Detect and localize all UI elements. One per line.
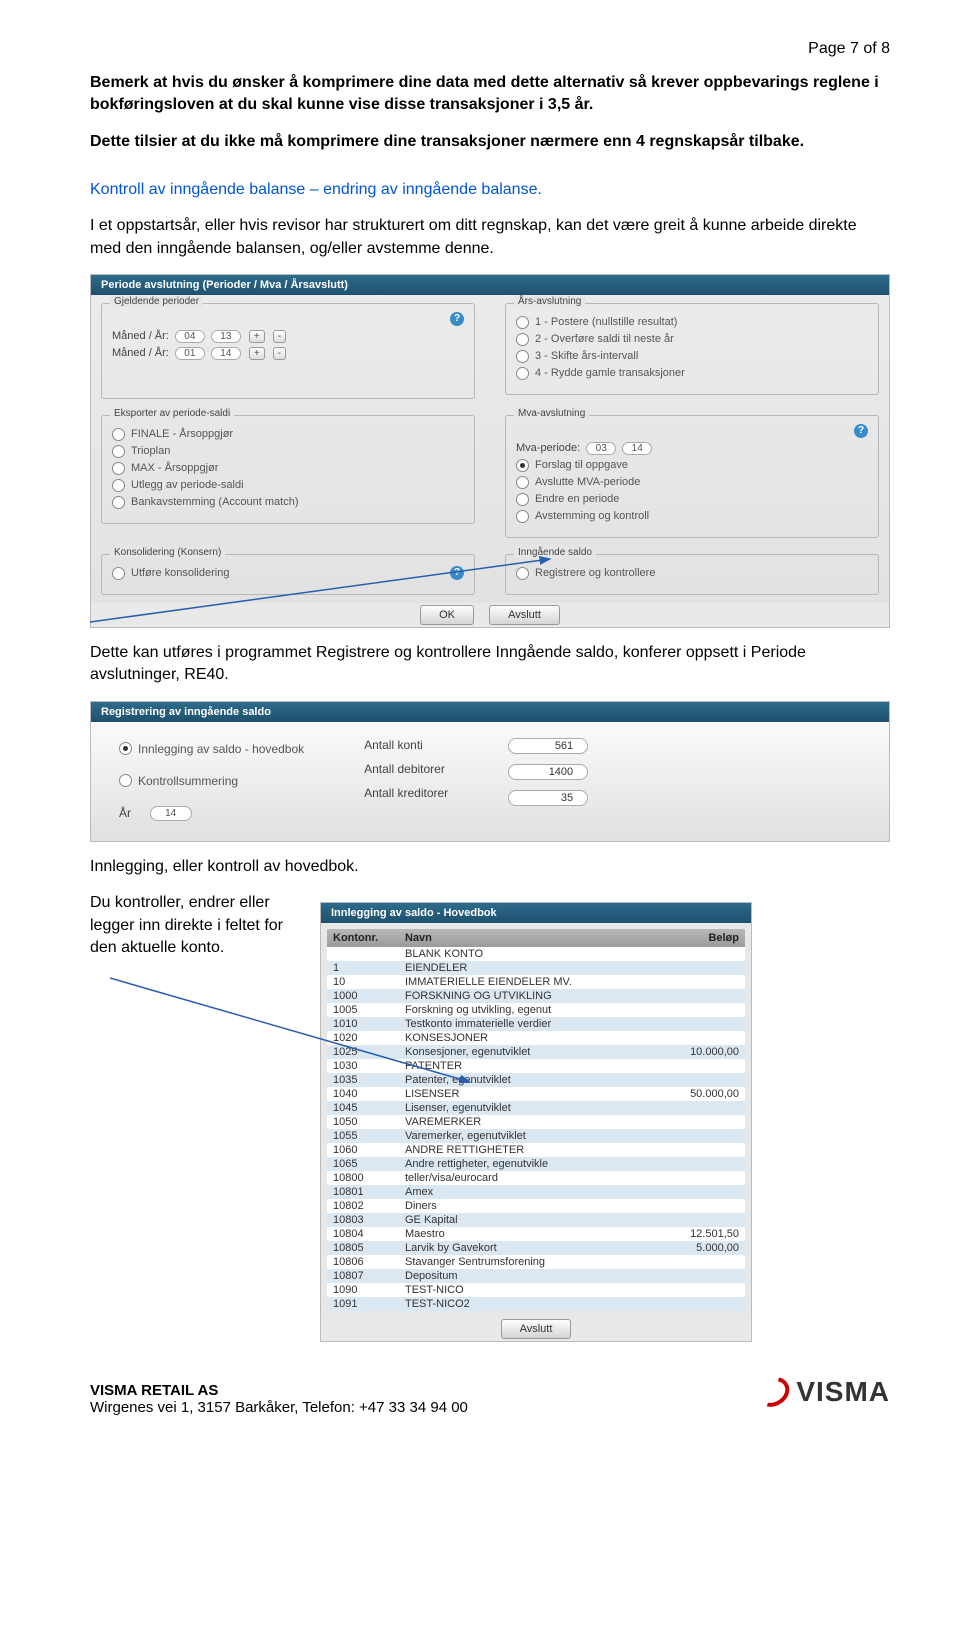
eksport-opt-5[interactable]: Bankavstemming (Account match): [112, 496, 464, 509]
kontroll-opt[interactable]: Kontrollsummering: [119, 774, 304, 788]
antall-konti-label: Antall konti: [364, 738, 423, 752]
register-saldo-dialog: Registrering av inngående saldo Innleggi…: [90, 701, 890, 842]
antall-deb-value: 1400: [508, 764, 588, 780]
table-row[interactable]: 1050VAREMERKER: [327, 1115, 745, 1129]
table-row[interactable]: 1091TEST-NICO2: [327, 1297, 745, 1311]
table-row[interactable]: 10802Diners: [327, 1199, 745, 1213]
table-row[interactable]: 1030PATENTER: [327, 1059, 745, 1073]
mva-opt-3[interactable]: Endre en periode: [516, 493, 868, 506]
table-row[interactable]: 1065Andre rettigheter, egenutvikle: [327, 1157, 745, 1171]
table-row[interactable]: BLANK KONTO: [327, 947, 745, 961]
cancel-button[interactable]: Avslutt: [489, 605, 560, 625]
stepper-up-2[interactable]: +: [249, 347, 265, 360]
eksport-opt-1[interactable]: FINALE - Årsoppgjør: [112, 428, 464, 441]
table-header: Kontonr. Navn Beløp: [327, 929, 745, 947]
month-year-label: Måned / År:: [112, 330, 169, 342]
fieldset-kons: Konsolidering (Konsern): [110, 547, 225, 558]
antall-kred-label: Antall kreditorer: [364, 786, 448, 800]
mva-opt-1[interactable]: Forslag til oppgave: [516, 459, 868, 472]
year-input[interactable]: 14: [150, 806, 192, 821]
fieldset-mva: Mva-avslutning: [514, 408, 589, 419]
para-4: Du kontroller, endrer eller legger inn d…: [90, 892, 290, 959]
year-input-1[interactable]: 13: [211, 330, 241, 343]
mva-month[interactable]: 03: [586, 442, 616, 455]
para-3: Innlegging, eller kontroll av hovedbok.: [90, 856, 890, 878]
antall-konti-value: 561: [508, 738, 588, 754]
table-row[interactable]: 10805Larvik by Gavekort5.000,00: [327, 1241, 745, 1255]
month-year-label-2: Måned / År:: [112, 347, 169, 359]
help-icon[interactable]: ?: [450, 312, 464, 326]
table-row[interactable]: 10807Depositum: [327, 1269, 745, 1283]
table-row[interactable]: 1060ANDRE RETTIGHETER: [327, 1143, 745, 1157]
fieldset-eksport: Eksporter av periode-saldi: [110, 408, 234, 419]
mva-opt-4[interactable]: Avstemming og kontroll: [516, 510, 868, 523]
intro-2: Dette tilsier at du ikke må komprimere d…: [90, 131, 890, 153]
section-heading: Kontroll av inngående balanse – endring …: [90, 181, 890, 199]
table-row[interactable]: 1000FORSKNING OG UTVIKLING: [327, 989, 745, 1003]
dialog-title: Periode avslutning (Perioder / Mva / Års…: [91, 275, 889, 295]
eksport-opt-3[interactable]: MAX - Årsoppgjør: [112, 462, 464, 475]
table-row[interactable]: 1020KONSESJONER: [327, 1031, 745, 1045]
help-icon[interactable]: ?: [450, 566, 464, 580]
visma-logo: VISMA: [756, 1376, 890, 1408]
table-row[interactable]: 10800teller/visa/eurocard: [327, 1171, 745, 1185]
month-input-2[interactable]: 01: [175, 347, 205, 360]
stepper-down-2[interactable]: -: [273, 347, 286, 360]
ars-opt-2[interactable]: 2 - Overføre saldi til neste år: [516, 333, 868, 346]
table-row[interactable]: 1010Testkonto immaterielle verdier: [327, 1017, 745, 1031]
table-row[interactable]: 1035Patenter, egenutviklet: [327, 1073, 745, 1087]
month-input-1[interactable]: 04: [175, 330, 205, 343]
year-label: År: [119, 806, 131, 820]
footer: VISMA RETAIL AS Wirgenes vei 1, 3157 Bar…: [90, 1382, 890, 1416]
fieldset-ars: Års-avslutning: [514, 296, 585, 307]
table-row[interactable]: 10806Stavanger Sentrumsforening: [327, 1255, 745, 1269]
mva-periode-label: Mva-periode:: [516, 442, 580, 454]
mva-opt-2[interactable]: Avslutte MVA-periode: [516, 476, 868, 489]
kons-opt[interactable]: Utføre konsolidering: [112, 567, 229, 580]
ok-button[interactable]: OK: [420, 605, 474, 625]
mva-year[interactable]: 14: [622, 442, 652, 455]
saldo-table-dialog: Innlegging av saldo - Hovedbok Kontonr. …: [320, 902, 752, 1342]
table-row[interactable]: 10801Amex: [327, 1185, 745, 1199]
table-row[interactable]: 1055Varemerker, egenutviklet: [327, 1129, 745, 1143]
table-row[interactable]: 1045Lisenser, egenutviklet: [327, 1101, 745, 1115]
eksport-opt-4[interactable]: Utlegg av periode-saldi: [112, 479, 464, 492]
stepper-up[interactable]: +: [249, 330, 265, 343]
fieldset-gjeldende: Gjeldende perioder: [110, 296, 203, 307]
table-row[interactable]: 1040LISENSER50.000,00: [327, 1087, 745, 1101]
ars-opt-1[interactable]: 1 - Postere (nullstille resultat): [516, 316, 868, 329]
logo-swirl-icon: [756, 1378, 790, 1406]
dialog-title-2: Registrering av inngående saldo: [91, 702, 889, 722]
cancel-button-2[interactable]: Avslutt: [501, 1319, 572, 1339]
antall-deb-label: Antall debitorer: [364, 762, 445, 776]
table-row[interactable]: 10IMMATERIELLE EIENDELER MV.: [327, 975, 745, 989]
antall-kred-value: 35: [508, 790, 588, 806]
innlegging-opt[interactable]: Innlegging av saldo - hovedbok: [119, 742, 304, 756]
ars-opt-4[interactable]: 4 - Rydde gamle transaksjoner: [516, 367, 868, 380]
fieldset-inng: Inngående saldo: [514, 547, 596, 558]
page-number: Page 7 of 8: [90, 40, 890, 58]
period-closing-dialog: Periode avslutning (Perioder / Mva / Års…: [90, 274, 890, 628]
ars-opt-3[interactable]: 3 - Skifte års-intervall: [516, 350, 868, 363]
para-2: Dette kan utføres i programmet Registrer…: [90, 642, 890, 687]
help-icon[interactable]: ?: [854, 424, 868, 438]
table-row[interactable]: 1025Konsesjoner, egenutviklet10.000,00: [327, 1045, 745, 1059]
table-row[interactable]: 1EIENDELER: [327, 961, 745, 975]
para-1: I et oppstartsår, eller hvis revisor har…: [90, 215, 890, 260]
intro-1: Bemerk at hvis du ønsker å komprimere di…: [90, 72, 890, 117]
dialog-title-3: Innlegging av saldo - Hovedbok: [321, 903, 751, 923]
inng-opt[interactable]: Registrere og kontrollere: [516, 567, 868, 580]
stepper-down[interactable]: -: [273, 330, 286, 343]
table-row[interactable]: 1090TEST-NICO: [327, 1283, 745, 1297]
logo-text: VISMA: [796, 1376, 890, 1408]
table-row[interactable]: 1005Forskning og utvikling, egenut: [327, 1003, 745, 1017]
year-input-2[interactable]: 14: [211, 347, 241, 360]
table-row[interactable]: 10803GE Kapital: [327, 1213, 745, 1227]
eksport-opt-2[interactable]: Trioplan: [112, 445, 464, 458]
table-row[interactable]: 10804Maestro12.501,50: [327, 1227, 745, 1241]
